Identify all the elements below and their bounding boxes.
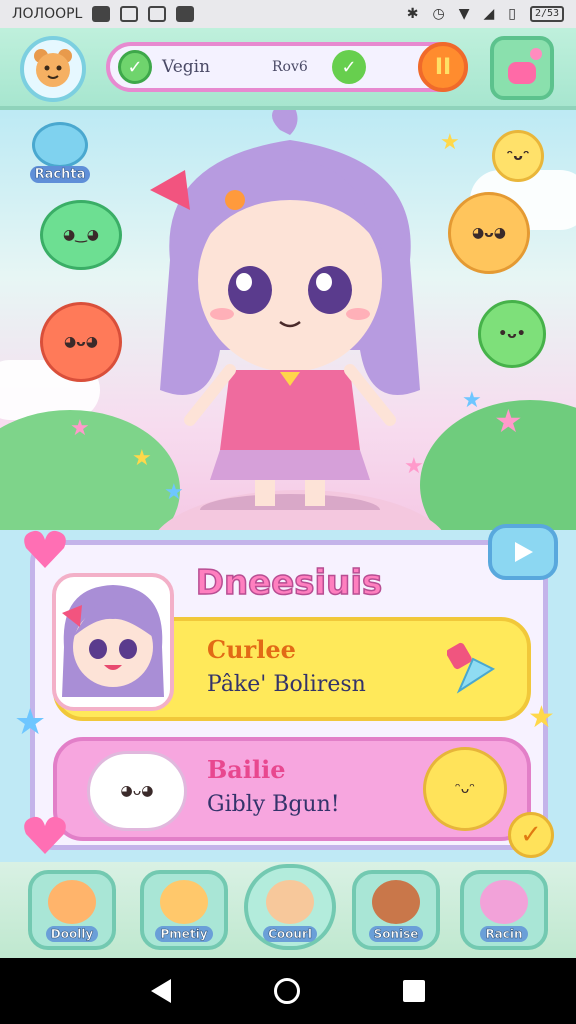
shop-icon [176,6,195,22]
status-bar: ЛOЛOOPL ✱ ◷ ▼ ◢ ▯ 2/53 [0,0,576,28]
tab-racin[interactable]: Racin [460,870,548,950]
card-title: Bailie [207,755,286,784]
arrow-icon[interactable] [447,641,497,697]
battery-icon: 2/53 [530,6,564,22]
card-subtitle: Gibly Bgun! [207,792,340,817]
notification-icon [92,6,111,22]
card-title: Curlee [207,635,296,664]
bear-icon [160,880,208,924]
wifi-icon: ▼ [458,6,470,22]
app-icon [120,6,139,22]
character-portrait[interactable] [52,573,174,711]
signal-icon: ◢ [483,6,495,22]
main-character[interactable] [130,110,450,510]
character-scene: Rachta ◕‿◕ ◕ᴗ◕ ᵔᴗᵔ ◕ᴗ◕ •ᴗ• ★ ★ ★ ★ ★ ★ ★ [0,110,576,530]
tab-label: Coourl [263,926,317,942]
top-bar: ✓ Vegin Rov6 ✓ II [0,28,576,110]
round-label: Rov6 [272,59,308,75]
gift-button[interactable] [490,36,554,100]
card-subtitle: Pâke' Boliresn [207,672,366,697]
bear-avatar-icon [34,49,72,87]
pink-pet-icon [480,880,528,924]
star-icon: ★ [528,700,555,735]
red-bear-icon[interactable]: ◕ᴗ◕ [40,302,122,382]
back-icon[interactable] [151,979,172,1003]
boy-icon [266,880,314,924]
heart-icon [24,816,66,854]
star-icon: ★ [14,702,47,743]
bluetooth-icon: ✱ [406,6,419,22]
alarm-icon: ◷ [432,6,445,22]
side-badge-label: Rachta [30,166,90,183]
tab-pmetiy[interactable]: Pmetiy [140,870,228,950]
bottom-tab-bar: Doolly Pmetiy Coourl Sonise Racin [0,862,576,958]
side-badge[interactable]: Rachta [30,122,90,186]
tab-label: Doolly [45,926,99,942]
yellow-smile-icon[interactable]: ᵔᴗᵔ [492,130,544,182]
heart-icon [24,530,66,568]
gift-icon [508,48,542,84]
sim-icon: ▯ [508,6,516,22]
girl-portrait-icon [62,585,164,697]
star-icon: ★ [70,416,90,441]
tab-coourl[interactable]: Coourl [244,864,336,950]
tab-label: Sonise [368,926,424,942]
cat-pet-icon: ◕ᴗ◕ [87,751,187,831]
tab-doolly[interactable]: Doolly [28,870,116,950]
outfit-card-pink[interactable]: ◕ᴗ◕ Bailie Gibly Bgun! ᵔᴗᵔ [53,737,531,841]
blob-icon [32,122,88,168]
progress-label: Vegin [162,57,211,77]
complete-icon: ✓ [332,50,366,84]
green-blob-icon[interactable]: •ᴗ• [478,300,546,368]
status-text: ЛOЛOOPL [12,6,83,22]
home-icon[interactable] [273,978,300,1004]
star-icon: ★ [462,388,482,413]
star-icon: ★ [494,402,523,440]
confirm-button[interactable]: ✓ [508,812,554,858]
play-icon [515,542,533,562]
profile-avatar-button[interactable] [20,36,86,102]
tab-label: Racin [480,926,528,942]
tab-label: Pmetiy [155,926,213,942]
progress-bar[interactable]: ✓ Vegin Rov6 ✓ II [106,42,468,92]
check-icon: ✓ [118,50,152,84]
brown-bear-icon [372,880,420,924]
green-pet-icon[interactable]: ◕‿◕ [40,200,122,270]
play-button[interactable] [488,524,558,580]
recent-apps-icon[interactable] [402,980,425,1002]
system-nav-bar [0,958,576,1024]
gallery-icon [148,6,167,22]
yellow-bear-icon: ᵔᴗᵔ [423,747,507,831]
orange-bear-icon[interactable]: ◕ᴗ◕ [448,192,530,274]
pause-button[interactable]: II [418,42,468,92]
tab-sonise[interactable]: Sonise [352,870,440,950]
fox-icon [48,880,96,924]
